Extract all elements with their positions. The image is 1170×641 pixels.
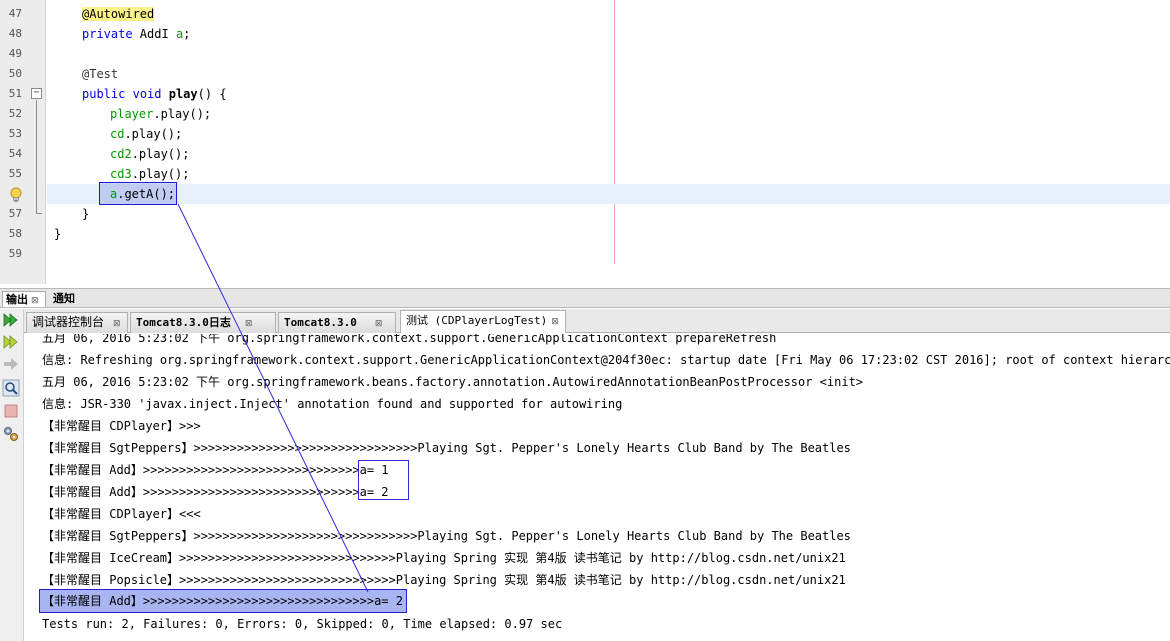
console-output[interactable]: 五月 06, 2016 5:23:02 下午 org.springframewo…: [24, 334, 1170, 641]
keyword: void: [132, 87, 162, 101]
right-margin-line: [614, 0, 615, 264]
code-line-47[interactable]: @Autowired: [82, 4, 155, 24]
tab-label: Tomcat8.3.0: [284, 316, 357, 329]
code-text: .getA();: [117, 187, 176, 201]
code-text: }: [82, 207, 90, 221]
tab-output[interactable]: 输出 ⊠: [2, 291, 46, 307]
code-line-48[interactable]: private AddI a;: [82, 24, 190, 44]
code-text: .play();: [153, 107, 212, 121]
line-number: 48: [8, 27, 22, 40]
output-window-header: 输出 ⊠ 通知: [0, 288, 1170, 308]
line-number: 58: [8, 227, 22, 240]
minus-icon[interactable]: −: [31, 88, 42, 99]
keyword: private: [82, 27, 133, 41]
tab-test-cdplayerlogtest[interactable]: 测试 (CDPlayerLogTest) ⊠: [400, 310, 566, 333]
code-line-54[interactable]: cd2.play();: [110, 144, 189, 164]
code-line-56[interactable]: a.getA();: [110, 184, 175, 204]
code-line-55[interactable]: cd3.play();: [110, 164, 189, 184]
line-number: 55: [8, 167, 22, 180]
console-line: 【非常醒目 Add】>>>>>>>>>>>>>>>>>>>>>>>>>>>>>>…: [42, 463, 389, 477]
line-number: 50: [8, 67, 22, 80]
line-number: 54: [8, 147, 22, 160]
line-number: 52: [8, 107, 22, 120]
close-icon[interactable]: ⊠: [245, 319, 253, 329]
annotation-text: @Autowired: [82, 7, 155, 21]
console-line: 【非常醒目 SgtPeppers】>>>>>>>>>>>>>>>>>>>>>>>…: [42, 529, 851, 543]
console-line: 信息: Refreshing org.springframework.conte…: [42, 353, 1170, 367]
line-number-gutter: 47 48 49 50 51 52 53 54 55 57 58 59 −: [0, 0, 46, 284]
annotation-text: @Test: [82, 67, 119, 81]
rerun-icon[interactable]: [2, 311, 20, 329]
close-icon[interactable]: ⊠: [551, 317, 559, 327]
code-line-50[interactable]: @Test: [82, 64, 118, 84]
close-icon[interactable]: ⊠: [113, 319, 121, 329]
code-line-51[interactable]: public void play() {: [82, 84, 227, 104]
line-number: 51: [8, 87, 22, 100]
lightbulb-icon[interactable]: [9, 187, 23, 203]
console-line: Tests run: 2, Failures: 0, Errors: 0, Sk…: [42, 617, 563, 631]
find-icon[interactable]: [2, 379, 20, 397]
console-line: 【非常醒目 Add】>>>>>>>>>>>>>>>>>>>>>>>>>>>>>>…: [42, 485, 389, 499]
line-number: 53: [8, 127, 22, 140]
close-icon[interactable]: ⊠: [31, 296, 39, 306]
code-text: .play();: [131, 167, 190, 181]
code-line-57[interactable]: }: [82, 204, 89, 224]
tab-label: 通知: [53, 292, 75, 305]
code-line-53[interactable]: cd.play();: [110, 124, 182, 144]
code-line-58[interactable]: }: [54, 224, 61, 244]
code-text: }: [54, 227, 62, 241]
line-number: 47: [8, 7, 22, 20]
fold-guide-end: [36, 213, 42, 214]
console-line: 五月 06, 2016 5:23:02 下午 org.springframewo…: [42, 375, 864, 389]
tab-debugger-console[interactable]: 调试器控制台 ⊠: [26, 312, 128, 333]
tab-label: 输出: [6, 293, 28, 306]
tab-label: 调试器控制台: [32, 315, 105, 329]
console-line: 【非常醒目 CDPlayer】<<<: [42, 507, 201, 521]
code-text: () {: [197, 87, 227, 101]
line-number: 57: [8, 207, 22, 220]
keyword: public: [82, 87, 126, 101]
field-name: cd: [110, 127, 125, 141]
tab-notifications[interactable]: 通知: [50, 291, 80, 307]
tab-tomcat[interactable]: Tomcat8.3.0 ⊠: [278, 312, 396, 333]
current-line-highlight: [47, 184, 1170, 204]
console-line: 【非常醒目 CDPlayer】>>>: [42, 419, 201, 433]
field-name: cd2: [110, 147, 132, 161]
console-line: 【非常醒目 IceCream】>>>>>>>>>>>>>>>>>>>>>>>>>…: [42, 551, 846, 565]
fold-guide: [36, 100, 37, 213]
line-number: 49: [8, 47, 22, 60]
console-line: 信息: JSR-330 'javax.inject.Inject' annota…: [42, 397, 623, 411]
stop-icon[interactable]: [2, 402, 20, 420]
result-highlight-box: [358, 460, 409, 500]
field-name: player: [110, 107, 154, 121]
code-line-52[interactable]: player.play();: [110, 104, 211, 124]
code-text: .play();: [124, 127, 183, 141]
code-text: .play();: [131, 147, 190, 161]
tab-label: Tomcat8.3.0日志: [136, 316, 231, 329]
code-text: AddI: [132, 27, 176, 41]
console-tab-bar: 调试器控制台 ⊠ Tomcat8.3.0日志 ⊠ Tomcat8.3.0 ⊠ 测试 (…: [24, 309, 1170, 333]
console-line: 五月 06, 2016 5:23:02 下午 org.springframewo…: [42, 334, 777, 345]
console-line: 【非常醒目 Popsicle】>>>>>>>>>>>>>>>>>>>>>>>>>…: [42, 573, 846, 587]
field-name: cd3: [110, 167, 132, 181]
line-number: 59: [8, 247, 22, 260]
next-icon[interactable]: [2, 355, 20, 373]
close-icon[interactable]: ⊠: [375, 319, 383, 329]
tab-label: 测试 (CDPlayerLogTest): [406, 314, 548, 327]
code-text: ;: [183, 27, 191, 41]
rerun-failed-icon[interactable]: [2, 333, 20, 351]
console-line: 【非常醒目 Add】>>>>>>>>>>>>>>>>>>>>>>>>>>>>>>…: [42, 594, 403, 608]
tab-tomcat-log[interactable]: Tomcat8.3.0日志 ⊠: [130, 312, 276, 333]
output-toolbar: [0, 309, 24, 641]
code-editor[interactable]: 47 48 49 50 51 52 53 54 55 57 58 59 − @A…: [0, 0, 1170, 284]
settings-icon[interactable]: [2, 425, 20, 443]
method-name: play: [168, 87, 198, 101]
console-line: 【非常醒目 SgtPeppers】>>>>>>>>>>>>>>>>>>>>>>>…: [42, 441, 851, 455]
